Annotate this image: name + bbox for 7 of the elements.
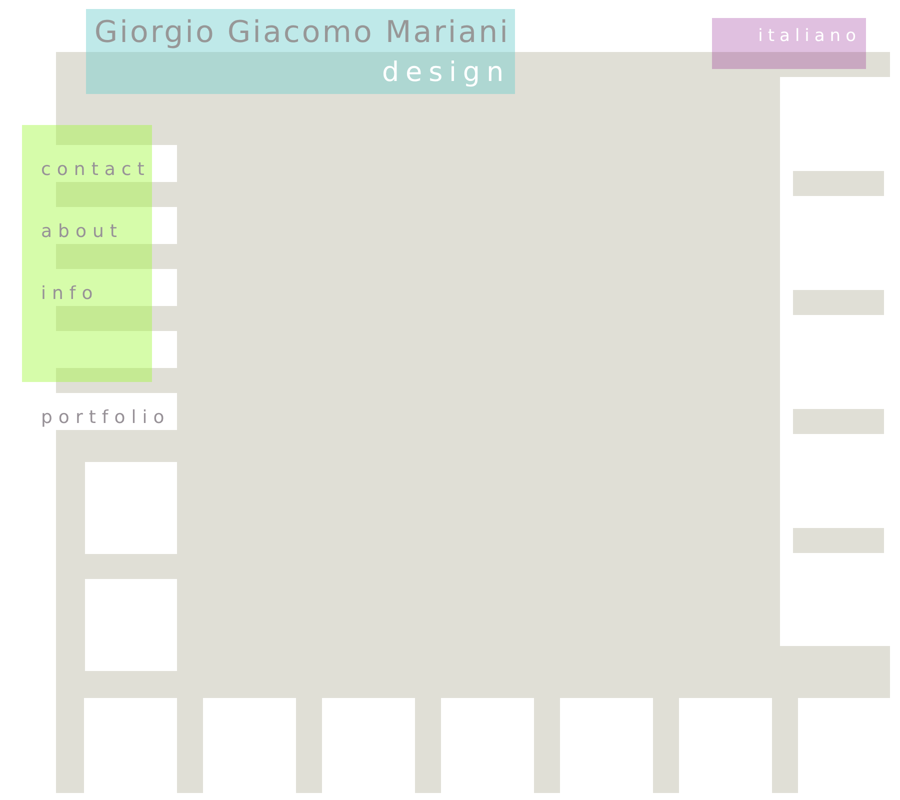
nav-link[interactable]: info [41, 285, 99, 303]
site-subtitle: design [382, 59, 510, 86]
nav-link[interactable]: about [41, 223, 123, 241]
portfolio-link[interactable]: portfolio [41, 409, 170, 427]
language-link[interactable]: italiano [712, 18, 866, 69]
nav-link[interactable]: contact [41, 161, 150, 179]
site-title: Giorgio Giacomo Mariani [94, 18, 510, 48]
